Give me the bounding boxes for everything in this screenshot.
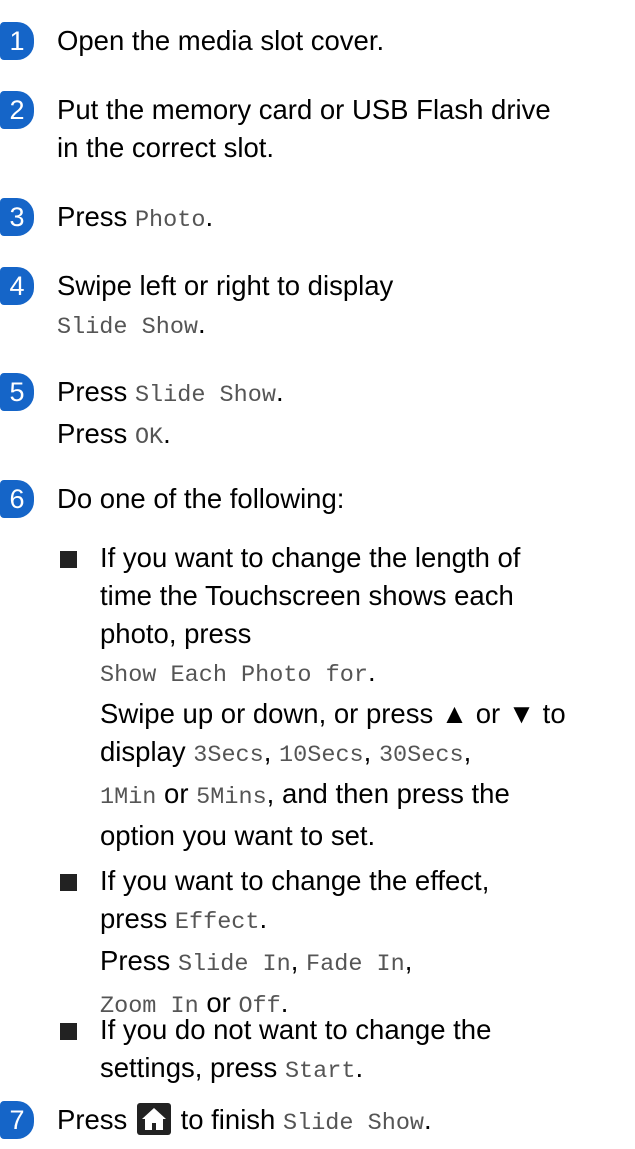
ui-label-photo: Photo bbox=[134, 207, 206, 234]
ui-label-show-each-photo: Show Each Photo for bbox=[100, 662, 368, 689]
step-text: Do one of the following: bbox=[57, 483, 345, 514]
text: , and then press the bbox=[266, 778, 510, 809]
step-number: 1 bbox=[0, 22, 34, 60]
bullet-line: Swipe up or down, or press ▲ or ▼ to bbox=[100, 698, 566, 729]
step-number: 4 bbox=[0, 267, 34, 305]
bullet-line: If you want to change the effect, bbox=[100, 865, 490, 896]
text: , bbox=[363, 736, 379, 767]
option-10secs: 10Secs bbox=[279, 742, 364, 769]
option-5mins: 5Mins bbox=[196, 784, 267, 811]
text: . bbox=[367, 656, 376, 687]
ui-label-slide-show: Slide Show bbox=[57, 314, 199, 341]
text: . bbox=[424, 1104, 432, 1135]
text: or bbox=[156, 778, 197, 809]
bullet-text: If you want to change the length of time… bbox=[100, 539, 631, 855]
step-number: 2 bbox=[0, 91, 34, 129]
step-text-line: in the correct slot. bbox=[57, 132, 275, 163]
bullet-line: time the Touchscreen shows each bbox=[100, 580, 514, 611]
text: press bbox=[100, 903, 175, 934]
step-number: 5 bbox=[0, 373, 34, 411]
step-text: Press Slide Show. Press OK. bbox=[57, 373, 631, 457]
text: Press bbox=[57, 418, 135, 449]
text: . bbox=[275, 376, 284, 407]
text: settings, press bbox=[100, 1052, 285, 1083]
text: Press bbox=[57, 1104, 135, 1135]
text: to finish bbox=[172, 1104, 283, 1135]
step-text: Open the media slot cover. bbox=[57, 25, 385, 56]
text: , bbox=[290, 945, 307, 976]
text: Press bbox=[57, 201, 135, 232]
bullet-square-icon bbox=[60, 551, 77, 568]
step-text: Put the memory card or USB Flash drive i… bbox=[57, 91, 631, 167]
bullet-line: photo, press bbox=[100, 618, 252, 649]
bullet-square-icon bbox=[60, 1023, 77, 1040]
bullet-square-icon bbox=[60, 874, 77, 891]
effect-fade-in: Fade In bbox=[306, 951, 405, 978]
text: . bbox=[355, 1052, 364, 1083]
option-3secs: 3Secs bbox=[193, 742, 264, 769]
text: . bbox=[259, 903, 268, 934]
text: , bbox=[404, 945, 413, 976]
ui-label-slide-show: Slide Show bbox=[283, 1110, 425, 1137]
bullet-line: If you want to change the length of bbox=[100, 542, 521, 573]
text: . bbox=[198, 308, 206, 339]
ui-label-start: Start bbox=[284, 1058, 356, 1085]
bullet-text: If you do not want to change the setting… bbox=[100, 1011, 631, 1091]
text: Press bbox=[57, 376, 135, 407]
bullet-line: option you want to set. bbox=[100, 820, 376, 851]
text: Press bbox=[100, 945, 178, 976]
step-text-line: Swipe left or right to display bbox=[57, 270, 394, 301]
ui-label-slide-show: Slide Show bbox=[134, 382, 276, 409]
step-text: Press Photo. bbox=[57, 198, 631, 240]
text: , bbox=[463, 736, 472, 767]
ui-label-ok: OK bbox=[134, 424, 164, 451]
step-text: Press to finish Slide Show. bbox=[57, 1101, 631, 1143]
option-1min: 1Min bbox=[100, 784, 157, 811]
bullet-text: If you want to change the effect, press … bbox=[100, 862, 631, 1026]
option-30secs: 30Secs bbox=[378, 742, 464, 769]
bullet-line: If you do not want to change the bbox=[100, 1014, 492, 1045]
step-number: 7 bbox=[0, 1101, 34, 1139]
step-number: 6 bbox=[0, 480, 34, 518]
home-icon bbox=[136, 1103, 171, 1135]
text: . bbox=[163, 418, 171, 449]
text: display bbox=[100, 736, 194, 767]
step-text: Swipe left or right to display Slide Sho… bbox=[57, 267, 631, 347]
step-text-line: Put the memory card or USB Flash drive bbox=[57, 94, 551, 125]
ui-label-effect: Effect bbox=[174, 909, 260, 936]
text: . bbox=[205, 201, 214, 232]
text: , bbox=[263, 736, 280, 767]
step-number: 3 bbox=[0, 198, 34, 236]
effect-slide-in: Slide In bbox=[177, 951, 291, 978]
